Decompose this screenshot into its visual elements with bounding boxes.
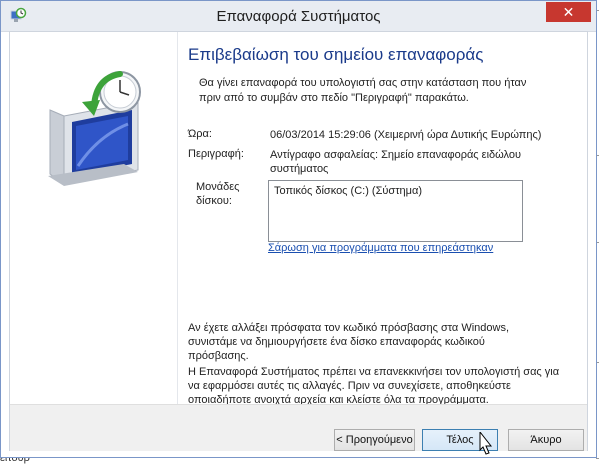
restart-note-line-1: Η Επαναφορά Συστήματος πρέπει να επανεκκ… [188,366,560,378]
description-line-1: Αντίγραφο ασφαλείας: Σημείο επαναφοράς ε… [270,149,521,161]
window-title: Επαναφορά Συστήματος [216,8,381,25]
system-restore-window: Επαναφορά Συστήματος ✕ Επιβεβαίωση του σ… [0,0,597,458]
intro-line-2: πριν από το συμβάν στο πεδίο "Περιγραφή"… [199,92,469,104]
description-value: Αντίγραφο ασφαλείας: Σημείο επαναφοράς ε… [270,148,521,176]
restore-illustration-icon [48,71,141,186]
time-value: 06/03/2014 15:29:06 (Χειμερινή ώρα Δυτικ… [270,129,542,141]
button-bar: < Προηγούμενο Τέλος Άκυρο [10,404,587,451]
cancel-button[interactable]: Άκυρο [508,429,584,451]
intro-text: Θα γίνει επαναφορά του υπολογιστή σας στ… [199,76,549,106]
drives-label-line-2: δίσκου: [196,195,232,207]
drives-label-line-1: Μονάδες [196,181,240,193]
password-note-line-2: συνιστάμε να δημιουργήσετε ένα δίσκο επα… [188,336,485,362]
intro-line-1: Θα γίνει επαναφορά του υπολογιστή σας στ… [199,77,527,89]
restart-note: Η Επαναφορά Συστήματος πρέπει να επανεκκ… [188,365,573,407]
desktop-edge-mark [596,458,599,459]
drive-item-c[interactable]: Τοπικός δίσκος (C:) (Σύστημα) [274,185,422,197]
scan-affected-programs-link[interactable]: Σάρωση για προγράμματα που επηρεάστηκαν [268,242,493,254]
drives-label: Μονάδες δίσκου: [196,180,239,208]
description-line-2: συστήματος [270,163,329,175]
description-label: Περιγραφή: [188,148,244,160]
restart-note-line-2: να εφαρμόσει αυτές τις αλλαγές. Πριν να … [188,380,511,392]
back-button[interactable]: < Προηγούμενο [334,429,415,451]
page-heading: Επιβεβαίωση του σημείου επαναφοράς [188,45,484,64]
password-note-line-1: Αν έχετε αλλάξει πρόσφατα τον κωδικό πρό… [188,322,510,334]
wizard-side-pane [10,32,170,404]
time-label: Ώρα: [188,128,212,140]
drives-list[interactable]: Τοπικός δίσκος (C:) (Σύστημα) [268,180,523,242]
title-bar[interactable]: Επαναφορά Συστήματος ✕ [1,1,596,32]
mouse-cursor-icon [479,432,493,455]
wizard-frame: Επιβεβαίωση του σημείου επαναφοράς Θα γί… [9,31,588,451]
pane-divider [177,32,178,404]
close-button[interactable]: ✕ [546,2,591,22]
password-note: Αν έχετε αλλάξει πρόσφατα τον κωδικό πρό… [188,321,548,363]
